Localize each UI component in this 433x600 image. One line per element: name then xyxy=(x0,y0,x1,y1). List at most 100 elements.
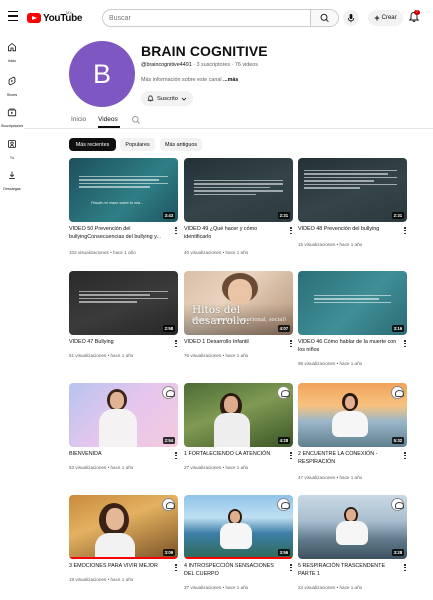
video-title[interactable]: 3 EMOCIONES PARA VIVIR MEJOR xyxy=(69,563,169,571)
video-title[interactable]: 4 INTROSPECCIÓN SENSACIONES DEL CUERPO xyxy=(184,563,284,578)
video-duration: 3:09 xyxy=(162,549,175,556)
thumbnail-caption: Pásale mi mano sobre la mía... xyxy=(91,201,144,205)
presenter-body xyxy=(95,533,135,559)
country-code: MX xyxy=(66,10,72,15)
video-thumbnail[interactable]: 2:58 xyxy=(69,271,178,335)
video-meta: 95 visualizaciones • hace 1 año xyxy=(298,361,362,366)
voice-search-button[interactable] xyxy=(343,10,359,26)
more-actions-icon[interactable] xyxy=(289,340,293,349)
more-actions-icon[interactable] xyxy=(403,340,407,349)
more-actions-icon[interactable] xyxy=(174,452,178,461)
channel-handle: @braincognitive4491 xyxy=(141,62,192,68)
brain-logo-icon xyxy=(277,498,290,511)
presenter-face xyxy=(345,396,355,409)
menu-icon[interactable] xyxy=(8,11,18,22)
video-views: 53 visualizaciones xyxy=(69,465,107,470)
video-duration: 2:31 xyxy=(391,212,404,219)
watch-progress-bar xyxy=(69,557,178,559)
video-meta: 47 visualizaciones • hace 1 año xyxy=(298,475,362,480)
video-title[interactable]: VIDEO 1 Desarrollo Infantil xyxy=(184,339,284,347)
more-link[interactable]: ...más xyxy=(223,77,238,83)
video-title[interactable]: VIDEO 47 Bullying xyxy=(69,339,169,347)
video-title[interactable]: VIDEO 46 Cómo hablar de la muerte con lo… xyxy=(298,339,398,354)
channel-name: BRAIN COGNITIVE xyxy=(141,43,268,59)
video-thumbnail[interactable]: 3:28 xyxy=(298,495,407,559)
search-button[interactable] xyxy=(310,10,338,26)
video-thumbnail[interactable]: 2:31 xyxy=(184,158,293,222)
channel-description[interactable]: Más información sobre este canal ...más xyxy=(141,77,238,83)
youtube-play-icon xyxy=(27,13,41,23)
video-views: 76 visualizaciones xyxy=(184,353,222,358)
video-title[interactable]: 2 ENCUENTRE LA CONEXIÓN - RESPIRACIÓN xyxy=(298,451,398,466)
video-meta: 61 visualizaciones • hace 1 año xyxy=(69,353,133,358)
video-thumbnail[interactable]: 3:56 xyxy=(184,495,293,559)
top-bar: YouTube MX + Crear 7 xyxy=(0,0,433,36)
video-age: hace 1 año xyxy=(339,361,363,366)
thumbnail-text xyxy=(194,180,283,197)
subscriptions-icon xyxy=(7,108,17,117)
video-title[interactable]: VIDEO 48 Prevención del bullying xyxy=(298,226,398,234)
more-actions-icon[interactable] xyxy=(174,340,178,349)
video-views: 40 visualizaciones xyxy=(184,250,222,255)
channel-meta: @braincognitive4491 · 3 suscriptores · 7… xyxy=(141,62,258,68)
sidebar-item-label: Suscripciones xyxy=(0,124,24,128)
video-title[interactable]: VIDEO 49 ¿Qué hacer y cómo identificarlo xyxy=(184,226,284,241)
subscribed-button[interactable]: Suscrito xyxy=(141,91,193,106)
more-actions-icon[interactable] xyxy=(289,564,293,573)
more-actions-icon[interactable] xyxy=(403,227,407,236)
video-views: 61 visualizaciones xyxy=(69,353,107,358)
video-thumbnail[interactable]: 3:09 xyxy=(69,495,178,559)
home-icon xyxy=(8,42,16,52)
video-thumbnail[interactable]: 2:31 xyxy=(298,158,407,222)
video-age: hace 1 año xyxy=(225,250,249,255)
sidebar-item-you[interactable]: Tú xyxy=(0,136,24,160)
more-actions-icon[interactable] xyxy=(174,227,178,236)
more-actions-icon[interactable] xyxy=(403,452,407,461)
presenter-face xyxy=(110,392,124,409)
video-thumbnail[interactable]: 2:54 xyxy=(69,383,178,447)
sidebar-item-downloads[interactable]: Descargas xyxy=(0,167,24,191)
chip-oldest[interactable]: Más antiguos xyxy=(160,138,202,151)
plus-icon: + xyxy=(374,12,380,23)
video-title[interactable]: BIENVENIDA xyxy=(69,451,169,459)
video-duration: 3:16 xyxy=(391,325,404,332)
video-title[interactable]: 1 FORTALECIENDO LA ATENCIÓN xyxy=(184,451,284,459)
more-actions-icon[interactable] xyxy=(289,452,293,461)
download-icon xyxy=(9,171,15,179)
more-actions-icon[interactable] xyxy=(289,227,293,236)
presenter-body xyxy=(220,523,252,549)
you-icon xyxy=(8,140,16,148)
video-thumbnail[interactable]: 5:32 xyxy=(298,383,407,447)
logo-text: YouTube xyxy=(43,12,83,24)
sidebar-item-shorts[interactable]: Shorts xyxy=(0,73,24,97)
sidebar-item-subscriptions[interactable]: Suscripciones xyxy=(0,104,24,128)
more-actions-icon[interactable] xyxy=(403,564,407,573)
presenter-face xyxy=(224,396,238,413)
sidebar-item-home[interactable]: Inicio xyxy=(0,39,24,63)
search-input[interactable] xyxy=(109,13,304,24)
video-meta: 37 visualizaciones • hace 1 año xyxy=(184,585,248,590)
video-title[interactable]: VIDEO 50 Prevención del bullyingConsecue… xyxy=(69,226,169,241)
brain-logo-icon xyxy=(391,386,404,399)
sidebar-item-label: Inicio xyxy=(7,59,17,63)
video-thumbnail[interactable]: Pásale mi mano sobre la mía... 3:43 xyxy=(69,158,178,222)
create-button[interactable]: + Crear xyxy=(368,10,403,26)
channel-description-text: Más información sobre este canal xyxy=(141,77,224,83)
video-thumbnail[interactable]: Hitos del desarrollo: (físico, cognitivo… xyxy=(184,271,293,335)
video-age: hace 1 año xyxy=(110,577,134,582)
channel-avatar[interactable]: B xyxy=(69,41,135,107)
video-duration: 4:28 xyxy=(277,437,290,444)
video-thumbnail[interactable]: 4:28 xyxy=(184,383,293,447)
tab-inicio[interactable]: Inicio xyxy=(71,116,86,123)
more-actions-icon[interactable] xyxy=(174,564,178,573)
youtube-logo[interactable]: YouTube xyxy=(27,11,83,25)
channel-search-icon[interactable] xyxy=(131,115,141,125)
chip-most-recent[interactable]: Más recientes xyxy=(69,138,116,151)
video-title[interactable]: 5 RESPIRACIÓN TRASCENDENTE PARTE 1 xyxy=(298,563,398,578)
sidebar-item-label: Shorts xyxy=(6,93,18,97)
chip-popular[interactable]: Populares xyxy=(120,138,155,151)
video-thumbnail[interactable]: 3:16 xyxy=(298,271,407,335)
tabs-divider xyxy=(24,128,433,129)
tab-videos[interactable]: Videos xyxy=(98,116,118,123)
brain-logo-icon xyxy=(162,498,175,511)
